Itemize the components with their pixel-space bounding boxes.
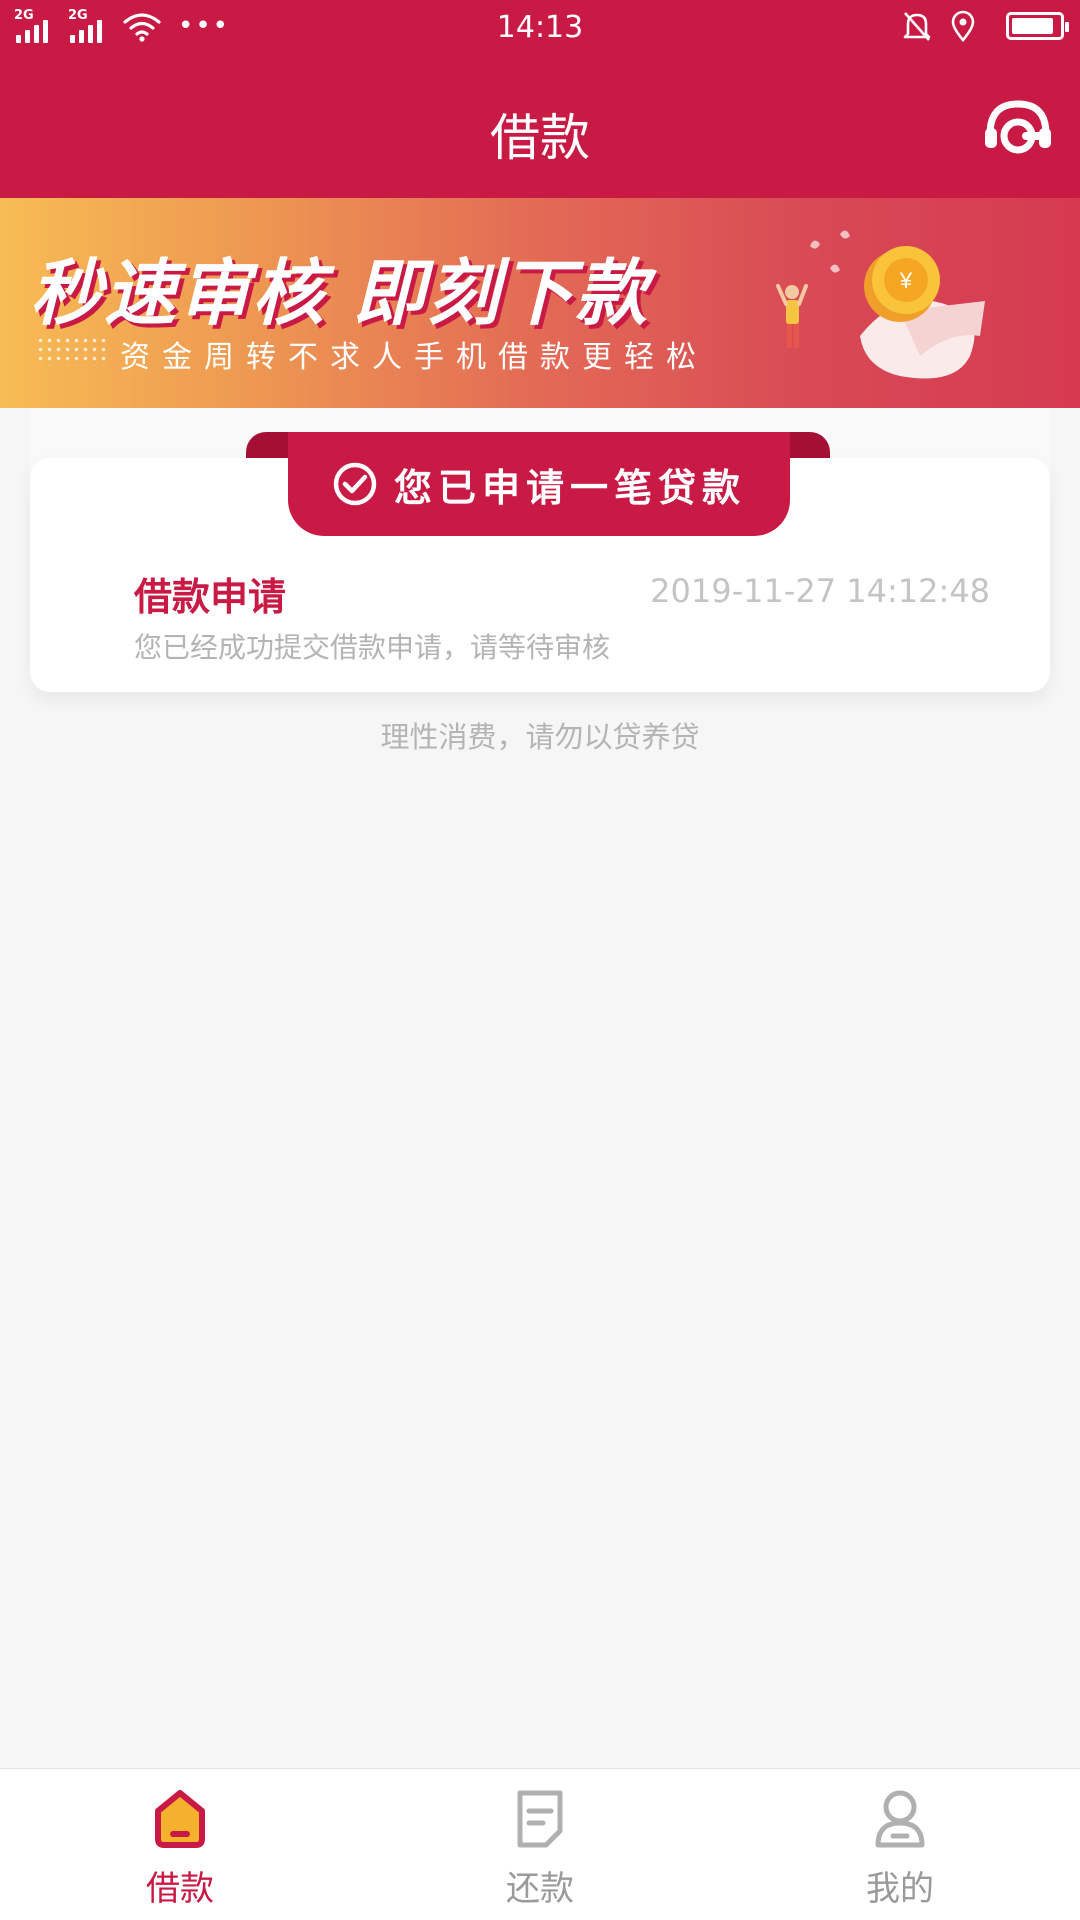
bell-muted-icon	[903, 12, 931, 41]
location-icon	[951, 10, 975, 42]
tab-loan[interactable]: 借款	[0, 1769, 360, 1920]
bottom-tab-bar: 借款 还款 我的	[0, 1768, 1080, 1920]
document-icon	[517, 1790, 563, 1848]
promo-banner[interactable]: 秒速审核 即刻下款 资金周转不求人手机借款更轻松 ¥	[0, 198, 1080, 408]
application-status-ribbon: 您已申请一笔贷款	[288, 432, 790, 536]
application-title: 借款申请	[134, 575, 287, 619]
tab-label: 借款	[146, 1869, 214, 1909]
home-icon	[155, 1790, 205, 1848]
tab-label: 我的	[866, 1869, 934, 1909]
ribbon-text: 您已申请一笔贷款	[393, 465, 746, 510]
application-description: 您已经成功提交借款申请，请等待审核	[134, 631, 611, 664]
gold-coin-icon: ¥	[776, 230, 985, 379]
responsible-borrowing-tip: 理性消费，请勿以贷养贷	[380, 720, 700, 754]
headset-icon[interactable]	[982, 94, 1054, 166]
tab-mine[interactable]: 我的	[720, 1769, 1080, 1920]
status-bar: 2G 2G ••• 14:13	[0, 0, 1080, 58]
status-right	[902, 10, 1069, 42]
banner-subline: 资金周转不求人手机借款更轻松	[120, 340, 708, 375]
tab-label: 还款	[506, 1869, 574, 1909]
page-title: 借款	[490, 109, 590, 167]
check-circle-icon	[333, 462, 377, 506]
tab-repay[interactable]: 还款	[360, 1769, 720, 1920]
banner-dots-decoration	[36, 336, 106, 366]
top-nav-bar: 借款	[0, 58, 1080, 198]
svg-text:¥: ¥	[899, 268, 913, 293]
application-time: 2019-11-27 14:12:48	[650, 572, 990, 610]
banner-headline: 秒速审核 即刻下款	[30, 251, 650, 335]
loan-page: 2G 2G ••• 14:13 借款 秒速审核 即刻下款 资金周转不求人手机借款…	[0, 0, 1080, 1920]
user-icon	[875, 1790, 925, 1848]
battery-icon	[1006, 12, 1069, 40]
